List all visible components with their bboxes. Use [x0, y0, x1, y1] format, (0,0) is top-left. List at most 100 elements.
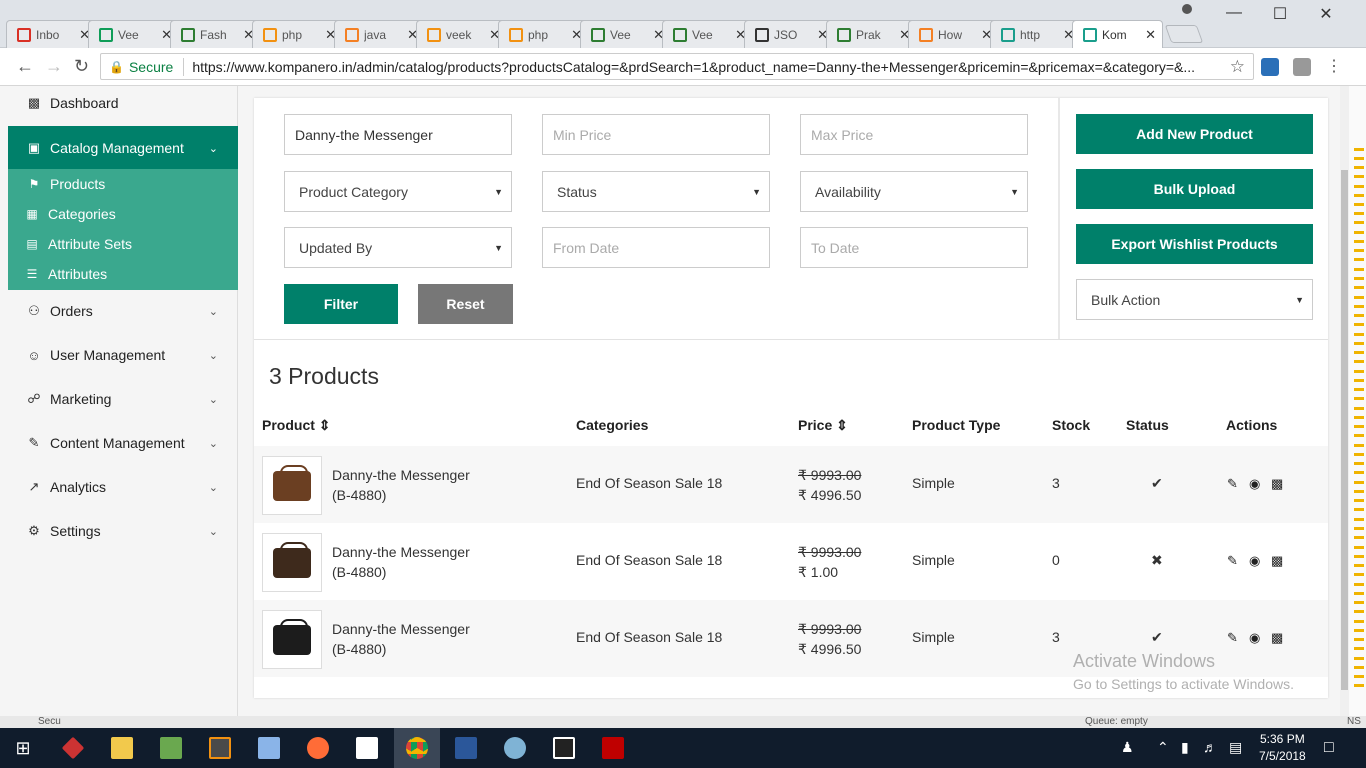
subnav-categories[interactable]: ▦ Categories — [24, 199, 115, 229]
clock[interactable]: 5:36 PM 7/5/2018 — [1259, 731, 1306, 765]
browser-tab[interactable]: veek ✕ — [416, 20, 507, 48]
maximize-button[interactable]: ☐ — [1260, 4, 1300, 24]
tab-active[interactable]: Kom ✕ — [1072, 20, 1163, 48]
subnav-attribute-sets[interactable]: ▤ Attribute Sets — [24, 229, 132, 259]
menu-icon[interactable]: ⋮ — [1326, 56, 1342, 76]
sidebar-item-dashboard[interactable]: ▩ Dashboard — [8, 81, 238, 125]
network-icon[interactable]: ▤ — [1229, 739, 1242, 756]
edit-icon[interactable]: ✎ — [1227, 553, 1238, 569]
subnav-attributes[interactable]: ☰ Attributes — [24, 259, 108, 289]
bulk-action-select[interactable]: Bulk Action ▼ — [1076, 279, 1313, 320]
battery-icon[interactable]: ▮ — [1181, 739, 1189, 756]
sidebar-item-marketing[interactable]: ☍ Marketing ⌄ — [8, 377, 238, 421]
taskbar-app[interactable] — [246, 728, 292, 768]
product-thumbnail[interactable] — [262, 456, 322, 515]
new-tab-button[interactable] — [1164, 25, 1204, 43]
omnibox-separator — [183, 57, 185, 76]
forward-icon[interactable]: → — [45, 56, 63, 77]
delete-trash-icon[interactable]: ▩ — [1271, 630, 1283, 646]
taskbar-app[interactable] — [50, 728, 96, 768]
url-text[interactable]: https://www.kompanero.in/admin/catalog/p… — [192, 59, 1253, 75]
notification-icon[interactable]: □ — [1324, 739, 1334, 757]
profile-icon[interactable] — [1180, 2, 1194, 16]
clock-time: 5:36 PM — [1260, 732, 1305, 746]
taskbar-app[interactable] — [148, 728, 194, 768]
browser-tab[interactable]: How ✕ — [908, 20, 999, 48]
browser-tab[interactable]: php ✕ — [252, 20, 343, 48]
availability-select[interactable]: Availability ▼ — [800, 171, 1028, 212]
sidebar-item-settings[interactable]: ⚙ Settings ⌄ — [8, 509, 238, 553]
taskbar-app[interactable] — [295, 728, 341, 768]
back-icon[interactable]: ← — [16, 56, 34, 77]
start-button[interactable]: ⊞ — [0, 728, 46, 768]
bookmark-star-icon[interactable]: ☆ — [1230, 57, 1245, 77]
tab-close-icon[interactable]: ✕ — [1145, 27, 1156, 43]
view-eye-icon[interactable]: ◉ — [1249, 553, 1260, 569]
delete-trash-icon[interactable]: ▩ — [1271, 476, 1283, 492]
column-header-price[interactable]: Price ⇕ — [798, 417, 848, 434]
reload-icon[interactable]: ↻ — [74, 56, 89, 77]
add-new-product-button[interactable]: Add New Product — [1076, 114, 1313, 154]
taskbar-filezilla[interactable] — [590, 728, 636, 768]
taskbar-word[interactable] — [443, 728, 489, 768]
column-header-product[interactable]: Product ⇕ — [262, 417, 331, 434]
lock-icon: 🔒 — [109, 59, 124, 74]
background-window-stripe — [1354, 221, 1364, 224]
taskbar-file-explorer[interactable] — [99, 728, 145, 768]
edit-icon[interactable]: ✎ — [1227, 476, 1238, 492]
taskbar-chrome[interactable] — [394, 728, 440, 768]
filter-button[interactable]: Filter — [284, 284, 398, 324]
chevron-down-icon: ⌄ — [208, 481, 218, 494]
browser-tab[interactable]: Vee ✕ — [88, 20, 179, 48]
volume-icon[interactable]: ♬ — [1203, 739, 1217, 755]
browser-tab[interactable]: JSO ✕ — [744, 20, 835, 48]
product-name-input[interactable]: Danny-the Messenger — [284, 114, 512, 155]
taskbar-sublime[interactable] — [197, 728, 243, 768]
view-eye-icon[interactable]: ◉ — [1249, 630, 1260, 646]
reset-button[interactable]: Reset — [418, 284, 513, 324]
extension-icon[interactable] — [1293, 58, 1311, 76]
chevron-up-icon[interactable]: ⌃ — [1157, 739, 1169, 756]
browser-tab[interactable]: http ✕ — [990, 20, 1081, 48]
to-date-input[interactable]: To Date — [800, 227, 1028, 268]
gears-icon: ⚙ — [28, 523, 40, 538]
background-window-stripe — [1354, 536, 1364, 539]
min-price-input[interactable]: Min Price — [542, 114, 770, 155]
browser-tab[interactable]: Fash ✕ — [170, 20, 261, 48]
view-eye-icon[interactable]: ◉ — [1249, 476, 1260, 492]
export-wishlist-button[interactable]: Export Wishlist Products — [1076, 224, 1313, 264]
minimize-button[interactable]: — — [1214, 4, 1254, 22]
updated-by-select[interactable]: Updated By ▼ — [284, 227, 512, 268]
max-price-input[interactable]: Max Price — [800, 114, 1028, 155]
bulk-upload-button[interactable]: Bulk Upload — [1076, 169, 1313, 209]
category-select[interactable]: Product Category ▼ — [284, 171, 512, 212]
stock-cell: 3 — [1052, 629, 1060, 645]
browser-tab[interactable]: Vee ✕ — [580, 20, 671, 48]
sidebar-item-catalog[interactable]: ▣ Catalog Management ⌄ — [8, 126, 238, 170]
sidebar-item-content-management[interactable]: ✎ Content Management ⌄ — [8, 421, 238, 465]
browser-tab[interactable]: Inbo ✕ — [6, 20, 97, 48]
browser-tab[interactable]: php ✕ — [498, 20, 589, 48]
taskbar-photos[interactable] — [541, 728, 587, 768]
status-select[interactable]: Status ▼ — [542, 171, 770, 212]
people-icon[interactable]: ♟ — [1121, 739, 1134, 756]
sidebar-item-orders[interactable]: ⚇ Orders ⌄ — [8, 289, 238, 333]
subnav-products[interactable]: ⚑ Products — [26, 169, 106, 199]
product-thumbnail[interactable] — [262, 610, 322, 669]
scrollbar-thumb[interactable] — [1341, 170, 1348, 690]
browser-tab[interactable]: Prak ✕ — [826, 20, 917, 48]
browser-tab[interactable]: Vee ✕ — [662, 20, 753, 48]
taskbar-app[interactable] — [344, 728, 390, 768]
address-bar[interactable]: 🔒 Secure https://www.kompanero.in/admin/… — [100, 53, 1254, 80]
browser-tab[interactable]: java ✕ — [334, 20, 425, 48]
product-thumbnail[interactable] — [262, 533, 322, 592]
edit-icon[interactable]: ✎ — [1227, 630, 1238, 646]
sidebar-item-user-management[interactable]: ☺ User Management ⌄ — [8, 333, 238, 377]
bag-image — [273, 464, 311, 501]
delete-trash-icon[interactable]: ▩ — [1271, 553, 1283, 569]
taskbar-paint[interactable] — [492, 728, 538, 768]
sidebar-item-analytics[interactable]: ↗ Analytics ⌄ — [8, 465, 238, 509]
close-window-button[interactable]: ✕ — [1306, 4, 1346, 24]
from-date-input[interactable]: From Date — [542, 227, 770, 268]
extension-icon[interactable] — [1261, 58, 1279, 76]
